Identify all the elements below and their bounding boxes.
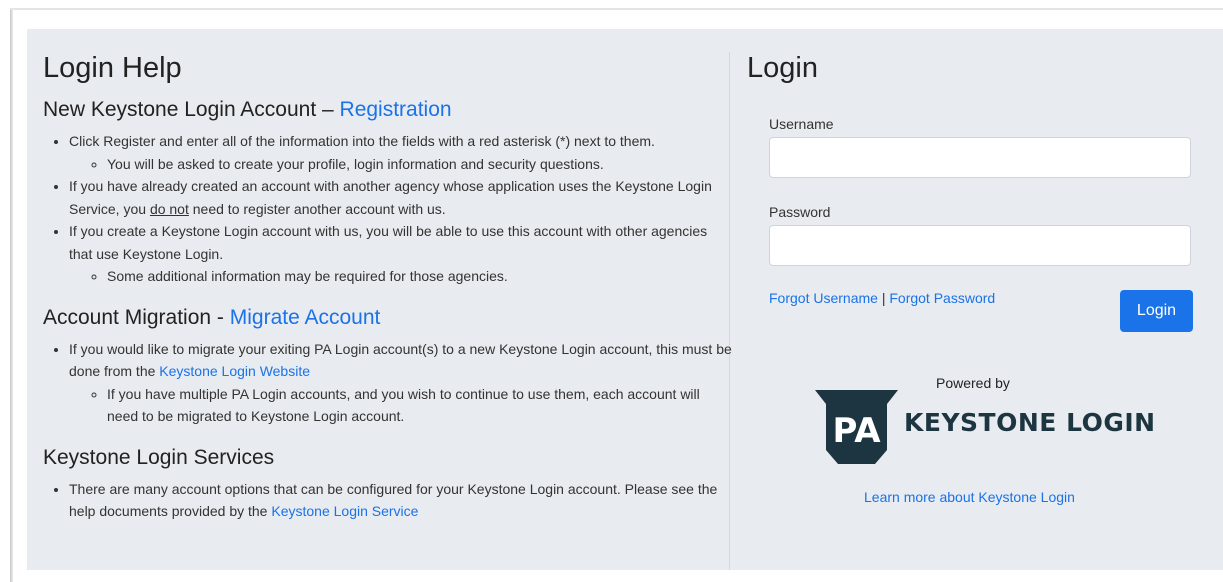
- services-list: There are many account options that can …: [43, 478, 733, 523]
- login-help-title: Login Help: [43, 52, 182, 84]
- services-heading: Keystone Login Services: [43, 445, 275, 469]
- list-item: There are many account options that can …: [69, 478, 733, 523]
- registration-heading-text: New Keystone Login Account –: [43, 98, 340, 121]
- forgot-separator: |: [881, 290, 886, 306]
- registration-bullet-2-post: need to register another account with us…: [188, 200, 446, 217]
- keystone-login-wordmark: KEYSTONE LOGIN: [904, 408, 1156, 437]
- registration-bullet-1: Click Register and enter all of the info…: [69, 133, 655, 149]
- window-left-border: [10, 10, 13, 582]
- sub-list: Some additional information may be requi…: [69, 265, 733, 288]
- registration-bullet-3: If you create a Keystone Login account w…: [69, 223, 708, 262]
- learn-more-link[interactable]: Learn more about Keystone Login: [864, 489, 1075, 505]
- powered-by-text: Powered by: [936, 375, 1010, 391]
- forgot-username-link[interactable]: Forgot Username: [769, 290, 878, 306]
- username-label: Username: [769, 116, 834, 132]
- keystone-login-service-link[interactable]: Keystone Login Service: [271, 503, 418, 519]
- list-item: You will be asked to create your profile…: [107, 153, 733, 176]
- migration-heading: Account Migration - Migrate Account: [43, 304, 733, 332]
- migration-heading-text: Account Migration -: [43, 305, 230, 329]
- forgot-links: Forgot Username | Forgot Password: [769, 290, 995, 306]
- list-item: If you create a Keystone Login account w…: [69, 220, 733, 288]
- logo-badge-text: PA: [832, 411, 881, 451]
- sub-list: You will be asked to create your profile…: [69, 153, 733, 176]
- window-top-border: [10, 8, 1223, 10]
- list-item: If you have already created an account w…: [69, 175, 733, 220]
- keystone-logo-icon: PA: [815, 390, 898, 464]
- sub-list: If you have multiple PA Login accounts, …: [69, 383, 733, 428]
- forgot-password-link[interactable]: Forgot Password: [889, 290, 995, 306]
- registration-heading: New Keystone Login Account – Registratio…: [43, 96, 733, 124]
- keystone-login-website-link[interactable]: Keystone Login Website: [159, 363, 310, 379]
- login-title: Login: [747, 52, 818, 84]
- migration-list: If you would like to migrate your exitin…: [43, 338, 733, 428]
- migrate-account-link[interactable]: Migrate Account: [230, 306, 381, 329]
- registration-list: Click Register and enter all of the info…: [43, 130, 733, 288]
- list-item: If you would like to migrate your exitin…: [69, 338, 733, 428]
- login-section: Login: [747, 48, 1197, 88]
- registration-link[interactable]: Registration: [340, 98, 452, 121]
- username-input[interactable]: [769, 137, 1191, 178]
- list-item: Click Register and enter all of the info…: [69, 130, 733, 175]
- password-label: Password: [769, 204, 831, 220]
- login-button[interactable]: Login: [1120, 290, 1193, 332]
- login-help-section: Login Help New Keystone Login Account – …: [43, 48, 733, 523]
- list-item: Some additional information may be requi…: [107, 265, 733, 288]
- password-input[interactable]: [769, 225, 1191, 266]
- do-not-emphasis: do not: [149, 200, 189, 217]
- list-item: If you have multiple PA Login accounts, …: [107, 383, 733, 428]
